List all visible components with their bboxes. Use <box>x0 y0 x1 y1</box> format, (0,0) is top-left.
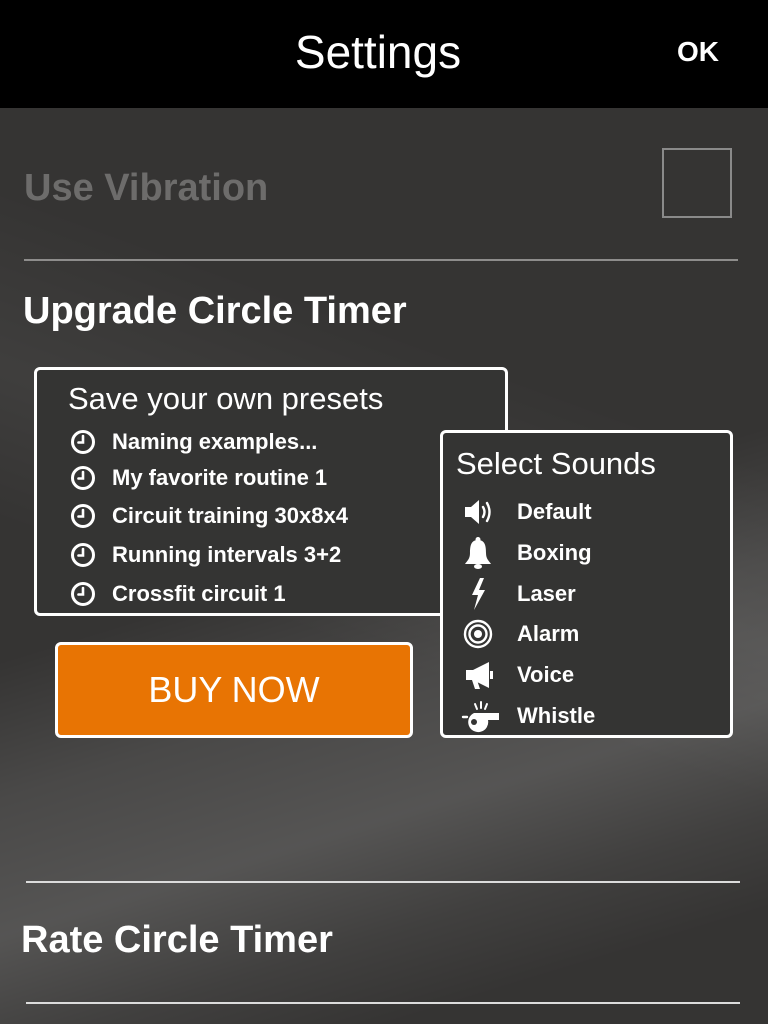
preset-item-label: My favorite routine 1 <box>112 465 328 490</box>
preset-item: Naming examples... <box>70 427 317 457</box>
buy-now-button[interactable]: BUY NOW <box>55 642 413 738</box>
clock-icon <box>71 582 95 606</box>
sound-item-whistle: Whistle <box>461 699 595 733</box>
preset-item-label: Naming examples... <box>112 429 318 454</box>
clock-icon <box>71 466 95 490</box>
preset-item: Crossfit circuit 1 <box>70 579 286 609</box>
sounds-feature-box: Select Sounds Default Boxing Laser Alarm <box>440 430 733 738</box>
navigation-bar: Settings OK <box>0 0 768 108</box>
sound-item-label: Alarm <box>517 621 580 646</box>
rate-circle-timer-button[interactable]: Rate Circle Timer <box>21 917 333 963</box>
lightning-icon <box>472 578 485 610</box>
upgrade-section-title: Upgrade Circle Timer <box>23 290 407 332</box>
sounds-heading: Select Sounds <box>456 446 656 481</box>
preset-item-label: Crossfit circuit 1 <box>112 581 286 606</box>
target-icon <box>463 619 493 649</box>
bell-icon <box>465 537 491 569</box>
preset-item: My favorite routine 1 <box>70 463 327 493</box>
divider <box>24 259 738 261</box>
clock-icon <box>71 504 95 528</box>
page-title: Settings <box>294 26 462 78</box>
preset-item: Running intervals 3+2 <box>70 540 341 570</box>
presets-heading: Save your own presets <box>68 381 384 416</box>
sound-item-alarm: Alarm <box>461 617 579 651</box>
sound-item-label: Whistle <box>517 703 596 728</box>
use-vibration-checkbox[interactable] <box>662 148 732 218</box>
presets-feature-box: Save your own presets Naming examples...… <box>34 367 508 616</box>
use-vibration-label: Use Vibration <box>24 167 269 209</box>
sound-item-label: Boxing <box>517 540 592 565</box>
divider <box>26 881 740 883</box>
clock-icon <box>71 430 95 454</box>
ok-button[interactable]: OK <box>668 30 728 74</box>
preset-item-label: Circuit training 30x8x4 <box>112 503 348 528</box>
preset-item: Circuit training 30x8x4 <box>70 501 348 531</box>
megaphone-icon <box>466 662 493 689</box>
preset-item-label: Running intervals 3+2 <box>112 542 342 567</box>
sound-item-label: Laser <box>517 581 576 606</box>
sound-item-default: Default <box>461 495 592 529</box>
sound-item-boxing: Boxing <box>461 536 592 570</box>
sound-item-voice: Voice <box>461 658 574 692</box>
whistle-icon <box>461 701 499 733</box>
clock-icon <box>71 543 95 567</box>
sound-item-label: Default <box>517 499 592 524</box>
sound-item-label: Voice <box>517 662 575 687</box>
divider <box>26 1002 740 1004</box>
sound-item-laser: Laser <box>461 577 576 611</box>
speaker-icon <box>465 500 491 524</box>
